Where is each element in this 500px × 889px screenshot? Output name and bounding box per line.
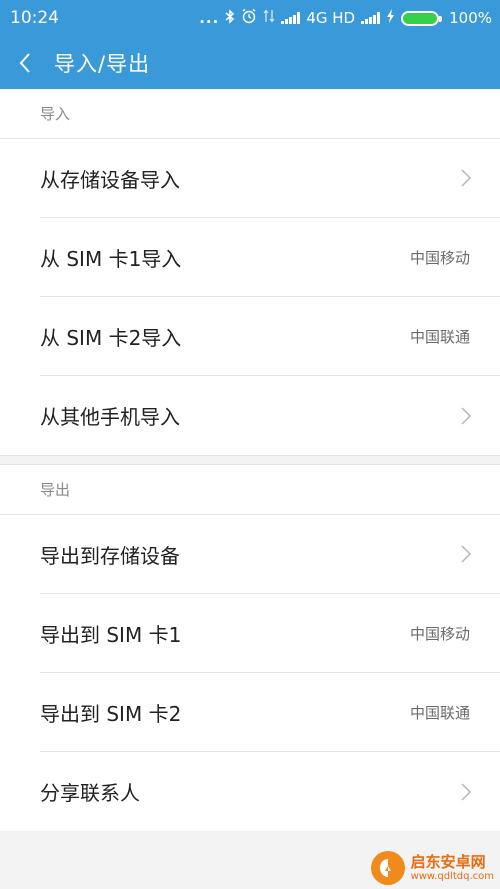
import-from-sim1-row[interactable]: 从 SIM 卡1导入 中国移动 [40,218,500,297]
share-contacts-row[interactable]: 分享联系人 [40,752,500,831]
watermark: 启东安卓网 www.qdltdq.com [370,851,494,885]
row-label: 分享联系人 [40,781,140,805]
chevron-right-icon [460,406,472,426]
row-label: 导出到 SIM 卡2 [40,701,182,726]
chevron-right-icon [460,544,472,564]
signal-strength-icon [281,12,301,24]
import-from-storage-row[interactable]: 从存储设备导入 [40,139,500,218]
chevron-right-icon [460,782,472,802]
carrier-value: 中国移动 [409,624,470,643]
back-arrow-icon[interactable] [18,48,40,78]
more-notifications-icon: ... [199,9,220,27]
alarm-icon [241,8,257,28]
chevron-right-icon [460,168,472,188]
signal-strength-2-icon [361,12,381,24]
status-icons: ... 4G HD 100% [199,8,492,28]
status-time: 10:24 [10,8,59,28]
status-bar: 10:24 ... 4G HD 100% [0,0,500,36]
row-label: 从 SIM 卡1导入 [40,246,182,271]
export-to-sim1-row[interactable]: 导出到 SIM 卡1 中国移动 [40,594,500,673]
section-divider [0,455,500,465]
watermark-logo-icon [370,851,405,885]
section-header-label: 导出 [40,481,71,499]
charging-icon [386,9,395,27]
row-label: 导出到存储设备 [40,543,180,568]
page-title: 导入/导出 [54,51,151,76]
bluetooth-icon [225,8,235,28]
row-label: 从存储设备导入 [40,167,180,192]
export-to-storage-row[interactable]: 导出到存储设备 [40,515,500,594]
row-label: 从其他手机导入 [40,405,180,429]
export-to-sim2-row[interactable]: 导出到 SIM 卡2 中国联通 [40,673,500,752]
watermark-url: www.qdltdq.com [410,870,494,882]
row-label: 从 SIM 卡2导入 [40,325,182,350]
import-from-sim2-row[interactable]: 从 SIM 卡2导入 中国联通 [40,297,500,376]
network-type: 4G HD [306,9,356,27]
section-header-label: 导入 [40,105,71,123]
data-transfer-icon [263,9,275,27]
import-section: 导入 从存储设备导入 从 SIM 卡1导入 中国移动 从 SIM 卡2导入 中国… [0,89,500,455]
section-header-export: 导出 [0,465,500,515]
battery-percent: 100% [449,9,492,27]
carrier-value: 中国移动 [409,248,470,267]
watermark-text: 启东安卓网 www.qdltdq.com [411,854,494,882]
row-label: 导出到 SIM 卡1 [40,622,182,647]
carrier-value: 中国联通 [409,703,470,722]
export-section: 导出 导出到存储设备 导出到 SIM 卡1 中国移动 导出到 SIM 卡2 中国… [0,465,500,831]
carrier-value: 中国联通 [409,327,470,346]
import-from-other-phone-row[interactable]: 从其他手机导入 [40,376,500,455]
section-header-import: 导入 [0,89,500,139]
app-bar: 导入/导出 [0,36,500,89]
battery-icon [401,10,443,26]
watermark-name: 启东安卓网 [410,853,486,872]
